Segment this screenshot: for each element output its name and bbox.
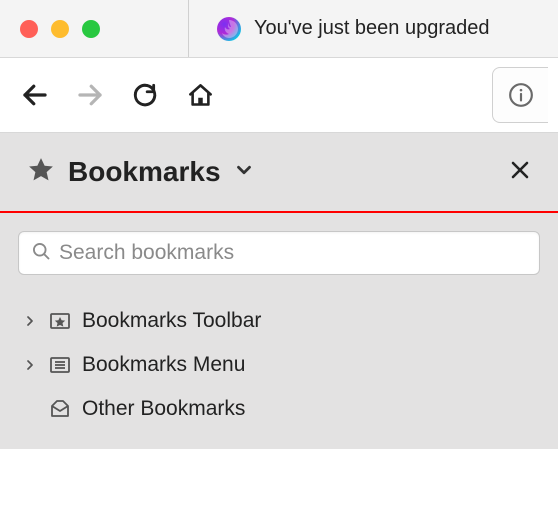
reload-button[interactable] (120, 70, 170, 120)
window-titlebar: You've just been upgraded (0, 0, 558, 58)
sidebar-body: Bookmarks Toolbar Bookmarks Menu (0, 213, 558, 449)
tree-item-label: Bookmarks Toolbar (82, 309, 261, 333)
tree-item-bookmarks-toolbar[interactable]: Bookmarks Toolbar (20, 299, 540, 343)
menu-folder-icon (48, 353, 72, 377)
tree-item-label: Other Bookmarks (82, 397, 245, 421)
back-button[interactable] (10, 70, 60, 120)
toolbar-folder-icon (48, 309, 72, 333)
home-button[interactable] (175, 70, 225, 120)
zoom-window-button[interactable] (82, 20, 100, 38)
page-info-button[interactable] (492, 67, 548, 123)
other-folder-icon (48, 397, 72, 421)
close-window-button[interactable] (20, 20, 38, 38)
browser-tab[interactable]: You've just been upgraded (200, 0, 506, 57)
tab-divider (188, 0, 189, 57)
expand-icon[interactable] (22, 359, 38, 371)
bookmarks-tree: Bookmarks Toolbar Bookmarks Menu (18, 299, 540, 431)
tree-item-bookmarks-menu[interactable]: Bookmarks Menu (20, 343, 540, 387)
firefox-icon (216, 16, 242, 42)
search-icon (31, 241, 51, 266)
search-input[interactable] (59, 241, 527, 265)
window-controls (0, 20, 100, 38)
minimize-window-button[interactable] (51, 20, 69, 38)
tab-title: You've just been upgraded (254, 17, 490, 40)
bookmarks-search[interactable] (18, 231, 540, 275)
sidebar-switcher[interactable]: Bookmarks (26, 155, 255, 190)
forward-button[interactable] (65, 70, 115, 120)
sidebar-title: Bookmarks (68, 156, 221, 188)
sidebar-header: Bookmarks (0, 133, 558, 213)
chevron-down-icon (233, 159, 255, 186)
tree-item-other-bookmarks[interactable]: Other Bookmarks (20, 387, 540, 431)
tree-item-label: Bookmarks Menu (82, 353, 245, 377)
bookmarks-sidebar: Bookmarks (0, 133, 558, 449)
bookmarks-star-icon (26, 155, 56, 190)
close-sidebar-button[interactable] (508, 158, 532, 187)
navigation-toolbar (0, 58, 558, 133)
expand-icon[interactable] (22, 315, 38, 327)
